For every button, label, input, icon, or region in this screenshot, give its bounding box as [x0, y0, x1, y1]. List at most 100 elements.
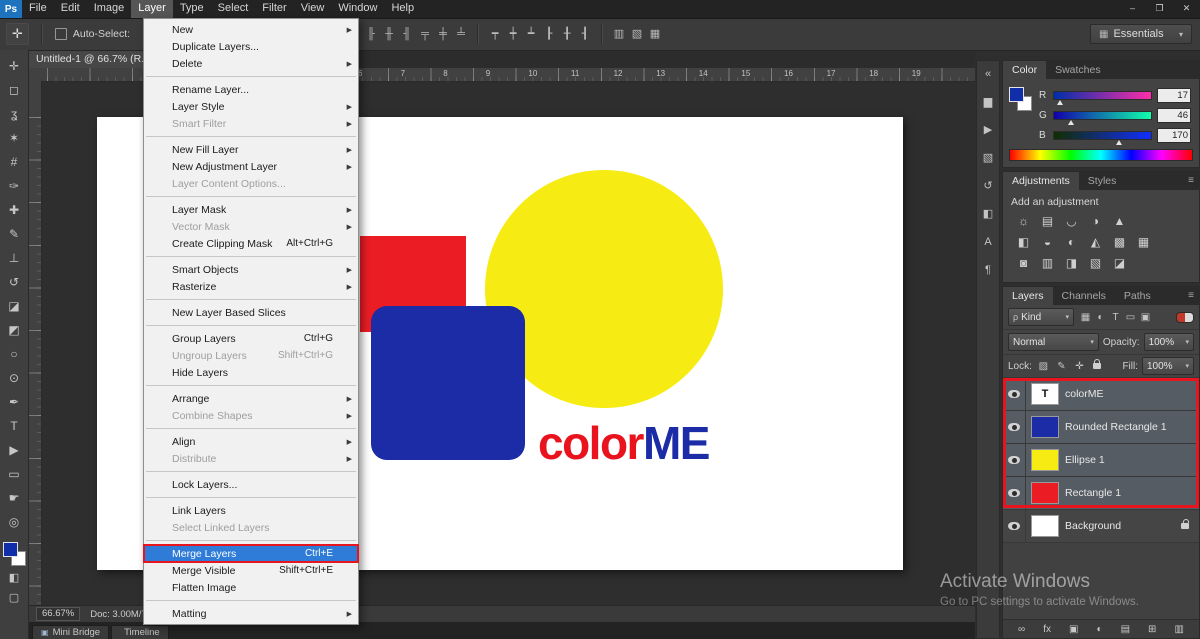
history-brush-tool[interactable]: ↺ — [2, 270, 26, 294]
menu-item[interactable]: Group Layers Ctrl+G — [144, 330, 358, 347]
tab-swatches[interactable]: Swatches — [1046, 61, 1110, 79]
3d-mode-icon[interactable]: ▧ — [628, 24, 646, 44]
opacity-field[interactable]: 100% — [1144, 333, 1194, 351]
menu-item[interactable]: Delete — [144, 55, 358, 72]
rectangular-marquee-tool[interactable]: ◻ — [2, 78, 26, 102]
channel-value-field[interactable]: 17 — [1157, 88, 1191, 103]
tab-styles[interactable]: Styles — [1079, 172, 1126, 190]
paragraph-icon[interactable]: ¶ — [979, 262, 997, 278]
screen-mode-icon[interactable]: ▢ — [2, 588, 26, 608]
layer-row[interactable]: Background — [1003, 510, 1199, 543]
menu-filter[interactable]: Filter — [255, 0, 293, 18]
move-tool[interactable]: ✛ — [2, 54, 26, 78]
tab-timeline[interactable]: Timeline — [111, 625, 169, 639]
menu-item[interactable]: Duplicate Layers... — [144, 38, 358, 55]
kind-filter-dropdown[interactable]: ρ Kind — [1008, 308, 1074, 326]
align-bottom-edges-icon[interactable]: ╧ — [452, 24, 470, 44]
move-tool-icon[interactable]: ✛ — [6, 23, 29, 45]
brush-tool[interactable]: ✎ — [2, 222, 26, 246]
layer-visibility-toggle[interactable] — [1003, 378, 1026, 410]
brightness-contrast-icon[interactable]: ☼ — [1015, 213, 1032, 230]
foreground-color-swatch[interactable] — [3, 542, 18, 557]
lock-position-icon[interactable]: ✛ — [1072, 361, 1087, 372]
align-right-edges-icon[interactable]: ╢ — [398, 24, 416, 44]
layer-visibility-toggle[interactable] — [1003, 477, 1026, 509]
filter-adjustment-layers-icon[interactable]: ◐ — [1093, 312, 1108, 323]
menu-help[interactable]: Help — [384, 0, 421, 18]
menu-item[interactable]: Flatten Image — [144, 579, 358, 596]
quick-mask-icon[interactable]: ◧ — [2, 568, 26, 588]
slider-thumb-icon[interactable] — [1068, 120, 1074, 125]
posterize-icon[interactable]: ▥ — [1039, 255, 1056, 272]
filter-shape-layers-icon[interactable]: ▭ — [1123, 312, 1138, 323]
new-layer-icon[interactable]: ⊞ — [1148, 624, 1156, 635]
distribute-left-edges-icon[interactable]: ┠ — [540, 24, 558, 44]
gradient-map-icon[interactable]: ▧ — [1087, 255, 1104, 272]
menu-item[interactable]: Hide Layers — [144, 364, 358, 381]
blend-mode-dropdown[interactable]: Normal — [1008, 333, 1099, 351]
new-group-icon[interactable]: ▤ — [1121, 624, 1130, 635]
exposure-icon[interactable]: ◑ — [1087, 213, 1104, 230]
selective-color-icon[interactable]: ◪ — [1111, 255, 1128, 272]
restore-button[interactable]: ❐ — [1146, 0, 1173, 18]
vibrance-icon[interactable]: ▲ — [1111, 213, 1128, 230]
layer-thumbnail[interactable] — [1031, 449, 1059, 471]
invert-icon[interactable]: ◙ — [1015, 255, 1032, 272]
menu-item[interactable]: Merge Layers Ctrl+E — [144, 545, 358, 562]
menu-view[interactable]: View — [294, 0, 332, 18]
layer-thumbnail[interactable] — [1031, 482, 1059, 504]
minimize-button[interactable]: – — [1119, 0, 1146, 18]
tab-layers[interactable]: Layers — [1003, 287, 1053, 305]
distribute-bottom-edges-icon[interactable]: ┷ — [522, 24, 540, 44]
menu-item[interactable]: Merge Visible Shift+Ctrl+E — [144, 562, 358, 579]
menu-item[interactable]: Vector Mask — [144, 218, 358, 235]
workspace-switcher-button[interactable]: ▦ Essentials — [1090, 24, 1192, 44]
menu-item[interactable]: Layer Content Options... — [144, 175, 358, 192]
layer-visibility-toggle[interactable] — [1003, 510, 1026, 542]
dodge-tool[interactable]: ⊙ — [2, 366, 26, 390]
color-lookup-icon[interactable]: ▦ — [1135, 234, 1152, 251]
fill-field[interactable]: 100% — [1142, 357, 1194, 375]
link-layers-icon[interactable]: ∞ — [1018, 624, 1025, 635]
foreground-color-swatch[interactable] — [1009, 87, 1024, 102]
crop-tool[interactable]: # — [2, 150, 26, 174]
gradient-tool[interactable]: ◩ — [2, 318, 26, 342]
lock-transparent-pixels-icon[interactable]: ▨ — [1036, 361, 1051, 372]
menu-image[interactable]: Image — [87, 0, 132, 18]
new-adjustment-layer-icon[interactable]: ◐ — [1096, 624, 1102, 635]
levels-icon[interactable]: ▤ — [1039, 213, 1056, 230]
layer-thumbnail[interactable] — [1031, 416, 1059, 438]
add-layer-mask-icon[interactable]: ▣ — [1069, 624, 1078, 635]
tab-mini-bridge[interactable]: ▣ Mini Bridge — [32, 625, 109, 639]
color-balance-icon[interactable]: ◒ — [1039, 234, 1056, 251]
history-icon[interactable]: ↺ — [979, 178, 997, 194]
lasso-tool[interactable]: ʓ — [2, 102, 26, 126]
rectangle-tool[interactable]: ▭ — [2, 462, 26, 486]
menu-item[interactable]: Align — [144, 433, 358, 450]
quick-selection-tool[interactable]: ✶ — [2, 126, 26, 150]
distribute-right-edges-icon[interactable]: ┨ — [576, 24, 594, 44]
menu-select[interactable]: Select — [211, 0, 256, 18]
black-white-icon[interactable]: ◐ — [1063, 234, 1080, 251]
arrange-documents-icon[interactable]: ▦ — [646, 24, 664, 44]
slider-track[interactable] — [1053, 91, 1152, 100]
layer-row[interactable]: Rectangle 1 — [1003, 477, 1199, 510]
auto-select-checkbox[interactable] — [55, 28, 67, 40]
menu-layer[interactable]: Layer — [131, 0, 173, 18]
menu-file[interactable]: File — [22, 0, 54, 18]
menu-item[interactable]: Ungroup Layers Shift+Ctrl+G — [144, 347, 358, 364]
menu-item[interactable]: Layer Style — [144, 98, 358, 115]
align-top-edges-icon[interactable]: ╤ — [416, 24, 434, 44]
channel-value-field[interactable]: 170 — [1157, 128, 1191, 143]
eraser-tool[interactable]: ◪ — [2, 294, 26, 318]
filter-type-layers-icon[interactable]: T — [1108, 312, 1123, 323]
menu-item[interactable]: New Fill Layer — [144, 141, 358, 158]
tab-channels[interactable]: Channels — [1053, 287, 1115, 305]
menu-item[interactable]: Select Linked Layers — [144, 519, 358, 536]
hand-tool[interactable]: ☛ — [2, 486, 26, 510]
menu-item[interactable]: Combine Shapes — [144, 407, 358, 424]
menu-item[interactable]: New Layer Based Slices — [144, 304, 358, 321]
filter-smart-objects-icon[interactable]: ▣ — [1138, 312, 1153, 323]
tab-paths[interactable]: Paths — [1115, 287, 1160, 305]
menu-item[interactable]: Lock Layers... — [144, 476, 358, 493]
